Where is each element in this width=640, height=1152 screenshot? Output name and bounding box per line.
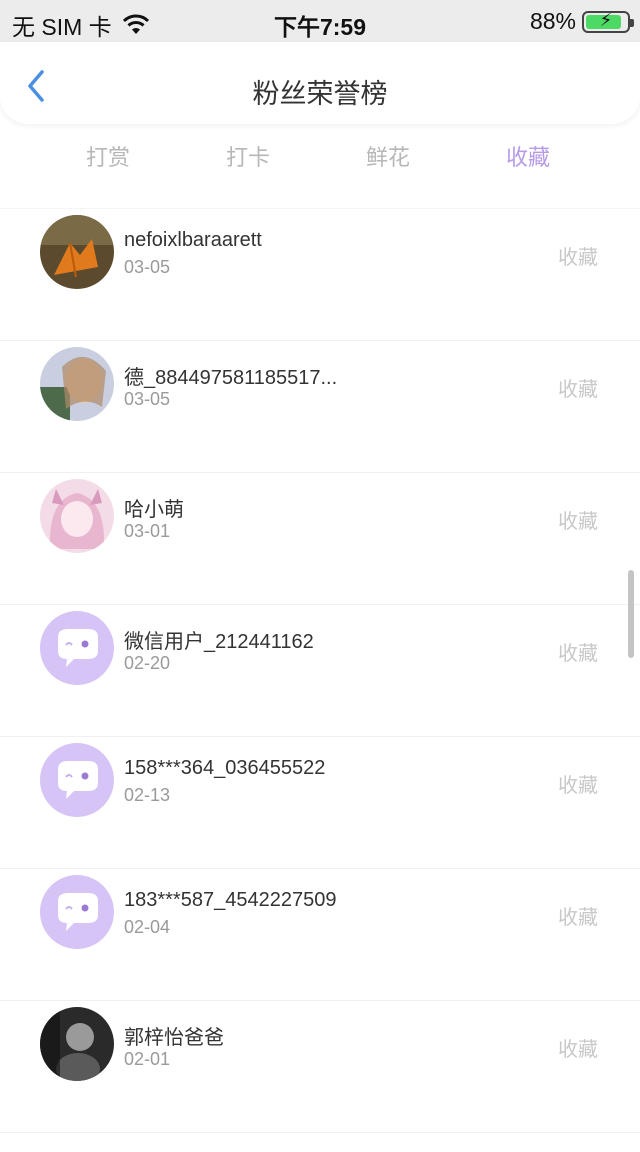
date-label: 02-04 [124,917,171,937]
avatar-photo-girl [40,347,114,421]
action-label: 收藏 [558,247,598,269]
avatar [40,611,114,685]
date-label: 03-01 [124,521,171,541]
action-label: 收藏 [558,1039,598,1061]
default-chat-icon [40,743,114,817]
user-name: 德_884497581185517... [124,367,338,389]
action-label: 收藏 [558,775,598,797]
charging-bolt-icon: ⚡ [599,9,613,30]
tab-checkin[interactable]: 打卡 [178,140,318,172]
tab-reward[interactable]: 打赏 [38,140,178,172]
user-name: 郭梓怡爸爸 [124,1027,224,1049]
action-label: 收藏 [558,643,598,665]
status-right: 88% ⚡ [529,8,634,35]
user-name: 183***587_4542227509 [124,889,337,911]
user-name: 哈小萌 [124,499,184,521]
list-item[interactable]: 哈小萌 03-01 收藏 [0,472,640,604]
avatar [40,215,114,289]
user-name: nefoixlbaraarett [124,229,262,251]
avatar [40,875,114,949]
status-bar: 无 SIM 卡 下午7:59 88% ⚡ [0,0,640,42]
default-chat-icon [40,875,114,949]
avatar-photo-dark [40,1007,114,1081]
date-label: 02-20 [124,653,171,673]
date-label: 02-01 [124,1049,171,1069]
date-label: 03-05 [124,389,171,409]
list-item[interactable]: nefoixlbaraarett 03-05 收藏 [0,208,640,340]
avatar [40,1007,114,1081]
avatar [40,479,114,553]
avatar [40,347,114,421]
tab-flowers[interactable]: 鲜花 [318,140,458,172]
list-item[interactable]: 德_884497581185517... 03-05 收藏 [0,340,640,472]
scrollbar[interactable] [628,570,634,658]
avatar-photo-anime [40,479,114,553]
action-label: 收藏 [558,379,598,401]
action-label: 收藏 [558,907,598,929]
battery-percent: 88% [529,8,576,34]
list-item[interactable]: 158***364_036455522 02-13 收藏 [0,736,640,868]
avatar [40,743,114,817]
user-name: 158***364_036455522 [124,757,326,779]
action-label: 收藏 [558,511,598,533]
avatar-photo-leaf [40,215,114,289]
page-title: 粉丝荣誉榜 [252,79,388,109]
list-item[interactable]: 郭梓怡爸爸 02-01 收藏 [0,1000,640,1132]
battery-icon: ⚡ [582,9,634,33]
nav-bar: 粉丝荣誉榜 [0,42,640,124]
user-name: 微信用户_212441162 [124,631,314,653]
date-label: 03-05 [124,257,171,277]
list-divider [0,1132,640,1152]
default-chat-icon [40,611,114,685]
list-item[interactable]: 183***587_4542227509 02-04 收藏 [0,868,640,1000]
date-label: 02-13 [124,785,171,805]
tab-bar: 打赏 打卡 鲜花 收藏 [0,140,640,180]
tab-favorites[interactable]: 收藏 [458,140,598,172]
list-item[interactable]: 微信用户_212441162 02-20 收藏 [0,604,640,736]
